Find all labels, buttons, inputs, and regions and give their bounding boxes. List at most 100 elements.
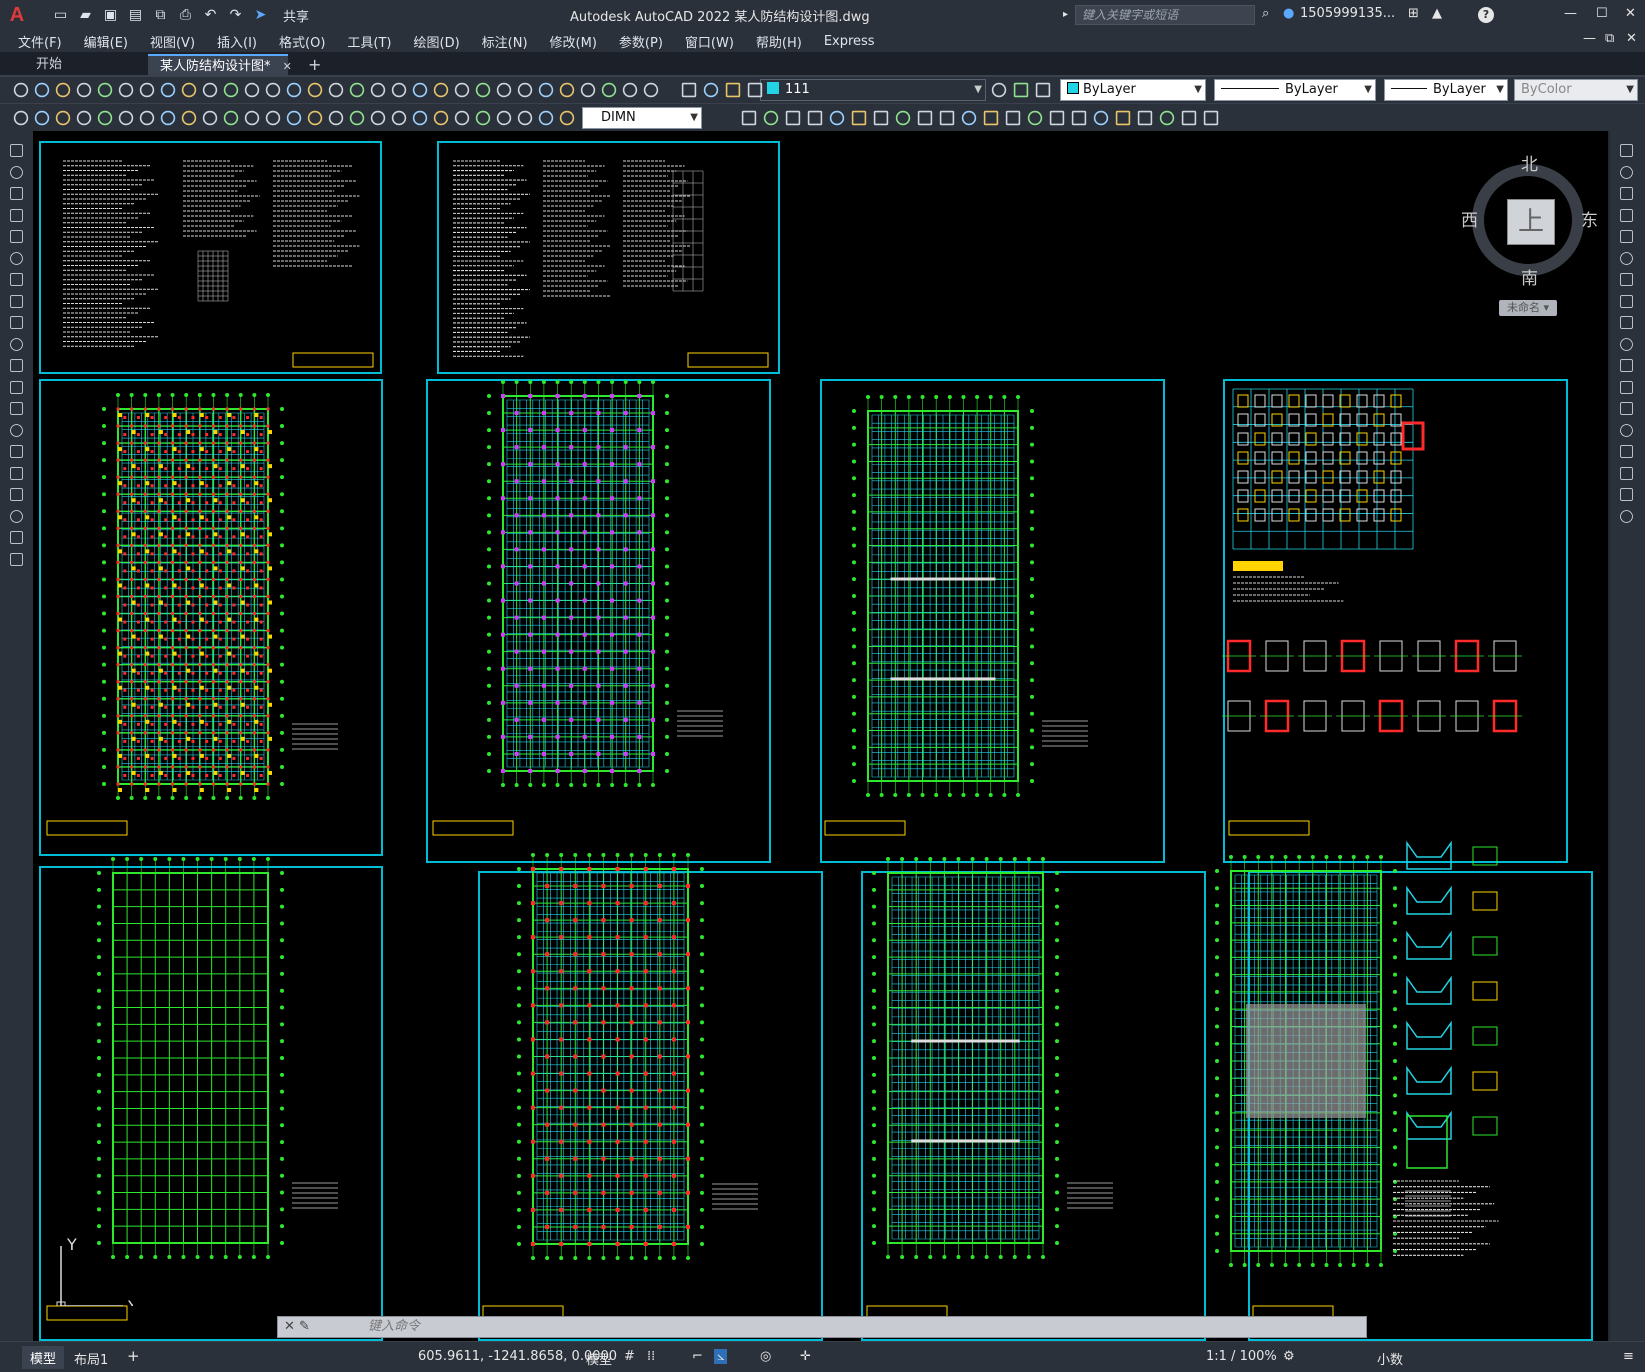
toolbar-tool-icon[interactable] bbox=[202, 110, 218, 126]
toolbar-tool-icon[interactable] bbox=[454, 110, 470, 126]
toolbar-tool-icon[interactable] bbox=[517, 110, 533, 126]
toolbar-tool-icon[interactable] bbox=[622, 82, 638, 98]
annotation-scale[interactable]: 1:1 / 100% bbox=[1206, 1349, 1277, 1364]
toolbar-tool-icon[interactable] bbox=[1203, 110, 1219, 126]
toolbar-tool-icon[interactable] bbox=[807, 110, 823, 126]
menu-dimension[interactable]: 标注(N) bbox=[482, 32, 528, 51]
toolbar-tool-icon[interactable] bbox=[785, 110, 801, 126]
compass-south[interactable]: 南 bbox=[1521, 264, 1538, 289]
compass-east[interactable]: 东 bbox=[1581, 206, 1598, 231]
save-icon[interactable]: ▣ bbox=[102, 7, 119, 23]
save-as-icon[interactable]: ▤ bbox=[127, 7, 144, 23]
menu-edit[interactable]: 编辑(E) bbox=[84, 32, 128, 51]
toolbar-tool-icon[interactable] bbox=[55, 110, 71, 126]
tab-close-icon[interactable]: ✕ bbox=[283, 60, 292, 73]
customize-icon[interactable]: ≡ bbox=[1623, 1349, 1634, 1364]
plotstyle-dropdown[interactable]: ByColor ▼ bbox=[1514, 79, 1638, 101]
toolbar-tool-icon[interactable] bbox=[601, 82, 617, 98]
modify-tool-icon[interactable] bbox=[1620, 294, 1633, 308]
undo-icon[interactable]: ↶ bbox=[202, 7, 219, 23]
doc-close-icon[interactable]: ✕ bbox=[1626, 31, 1637, 46]
toolbar-tool-icon[interactable] bbox=[349, 110, 365, 126]
linetype-dropdown[interactable]: ByLayer ▼ bbox=[1214, 79, 1376, 101]
draw-tool-icon[interactable] bbox=[10, 165, 23, 179]
toolbar-tool-icon[interactable] bbox=[307, 82, 323, 98]
draw-tool-icon[interactable] bbox=[10, 552, 23, 566]
compass-west[interactable]: 西 bbox=[1461, 206, 1478, 231]
toolbar-tool-icon[interactable] bbox=[307, 110, 323, 126]
drawing-canvas[interactable]: Y X bbox=[33, 131, 1608, 1341]
toolbar-tool-icon[interactable] bbox=[370, 82, 386, 98]
toolbar-tool-icon[interactable] bbox=[202, 82, 218, 98]
toolbar-tool-icon[interactable] bbox=[917, 110, 933, 126]
toolbar-tool-icon[interactable] bbox=[286, 110, 302, 126]
draw-tool-icon[interactable] bbox=[10, 251, 23, 265]
autocad-logo[interactable]: A bbox=[0, 0, 34, 30]
menu-view[interactable]: 视图(V) bbox=[150, 32, 195, 51]
grid-icon[interactable]: # bbox=[624, 1349, 635, 1364]
minimize-icon[interactable]: — bbox=[1564, 6, 1577, 21]
toolbar-tool-icon[interactable] bbox=[34, 82, 50, 98]
units-dropdown[interactable]: 小数 bbox=[1377, 1349, 1403, 1368]
toolbar-tool-icon[interactable] bbox=[76, 110, 92, 126]
osnap-icon[interactable]: ◎ bbox=[760, 1349, 771, 1364]
toolbar-tool-icon[interactable] bbox=[517, 82, 533, 98]
toolbar-tool-icon[interactable] bbox=[244, 82, 260, 98]
toolbar-tool-icon[interactable] bbox=[412, 82, 428, 98]
modify-tool-icon[interactable] bbox=[1620, 402, 1633, 415]
toolbar-tool-icon[interactable] bbox=[349, 82, 365, 98]
snap-icon[interactable]: ⁞⁞ bbox=[647, 1349, 655, 1364]
tab-model[interactable]: 模型 bbox=[22, 1346, 65, 1369]
redo-icon[interactable]: ↷ bbox=[227, 7, 244, 23]
user-icon[interactable]: ● bbox=[1283, 6, 1294, 21]
close-icon[interactable]: ✕ bbox=[1625, 6, 1636, 21]
menu-tools[interactable]: 工具(T) bbox=[347, 32, 391, 51]
settings-gear-icon[interactable]: ⚙ bbox=[1283, 1349, 1295, 1364]
modify-tool-icon[interactable] bbox=[1620, 251, 1633, 265]
open-folder-icon[interactable]: ▰ bbox=[77, 7, 94, 23]
toolbar-tool-icon[interactable] bbox=[829, 110, 845, 126]
user-name[interactable]: 1505999135... bbox=[1300, 6, 1395, 21]
toolbar-tool-icon[interactable] bbox=[1181, 110, 1197, 126]
draw-tool-icon[interactable] bbox=[10, 337, 23, 351]
toolbar-tool-icon[interactable] bbox=[983, 110, 999, 126]
toolbar-tool-icon[interactable] bbox=[433, 110, 449, 126]
toolbar-tool-icon[interactable] bbox=[1049, 110, 1065, 126]
toolbar-tool-icon[interactable] bbox=[538, 110, 554, 126]
ortho-icon[interactable]: ⌐ bbox=[692, 1349, 703, 1364]
toolbar-tool-icon[interactable] bbox=[1013, 82, 1029, 98]
toolbar-tool-icon[interactable] bbox=[1071, 110, 1087, 126]
toolbar-tool-icon[interactable] bbox=[286, 82, 302, 98]
toolbar-tool-icon[interactable] bbox=[13, 82, 29, 98]
draw-tool-icon[interactable] bbox=[10, 488, 23, 501]
draw-tool-icon[interactable] bbox=[10, 509, 23, 523]
toolbar-tool-icon[interactable] bbox=[741, 110, 757, 126]
menu-format[interactable]: 格式(O) bbox=[279, 32, 325, 51]
modify-tool-icon[interactable] bbox=[1620, 316, 1633, 329]
modify-tool-icon[interactable] bbox=[1620, 423, 1633, 437]
otrack-icon[interactable]: ✛ bbox=[800, 1349, 811, 1364]
draw-tool-icon[interactable] bbox=[10, 144, 23, 157]
toolbar-tool-icon[interactable] bbox=[991, 82, 1007, 98]
model-space-toggle[interactable]: 模型 bbox=[586, 1349, 612, 1368]
menu-express[interactable]: Express bbox=[824, 34, 875, 49]
toolbar-tool-icon[interactable] bbox=[538, 82, 554, 98]
toolbar-tool-icon[interactable] bbox=[34, 110, 50, 126]
toolbar-tool-icon[interactable] bbox=[328, 110, 344, 126]
draw-tool-icon[interactable] bbox=[10, 273, 23, 286]
toolbar-tool-icon[interactable] bbox=[747, 82, 763, 98]
doc-restore-icon[interactable]: ⧉ bbox=[1605, 31, 1614, 46]
menu-file[interactable]: 文件(F) bbox=[18, 32, 62, 51]
menu-parametric[interactable]: 参数(P) bbox=[619, 32, 663, 51]
draw-tool-icon[interactable] bbox=[10, 445, 23, 458]
toolbar-tool-icon[interactable] bbox=[412, 110, 428, 126]
toolbar-tool-icon[interactable] bbox=[328, 82, 344, 98]
toolbar-tool-icon[interactable] bbox=[160, 110, 176, 126]
draw-tool-icon[interactable] bbox=[10, 531, 23, 544]
toolbar-tool-icon[interactable] bbox=[181, 82, 197, 98]
modify-tool-icon[interactable] bbox=[1620, 509, 1633, 523]
layer-dropdown[interactable]: 111 ▼ bbox=[760, 79, 986, 101]
toolbar-tool-icon[interactable] bbox=[55, 82, 71, 98]
compass-north[interactable]: 北 bbox=[1521, 150, 1538, 175]
new-tab-button[interactable]: + bbox=[296, 54, 333, 76]
